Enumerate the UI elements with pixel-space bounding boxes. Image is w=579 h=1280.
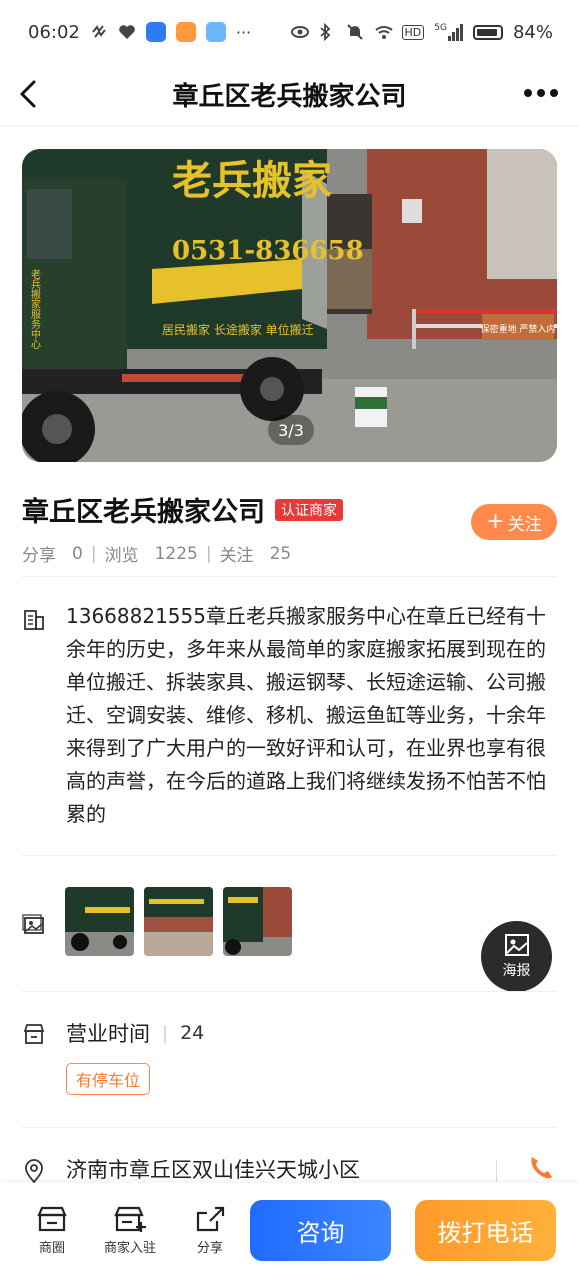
divider bbox=[22, 855, 557, 856]
network-type: 5G bbox=[434, 23, 447, 33]
views-count: 1225 bbox=[154, 543, 198, 564]
mute-icon bbox=[346, 23, 364, 41]
poster-button[interactable]: 海报 bbox=[481, 921, 552, 992]
more-menu-button[interactable] bbox=[521, 78, 561, 108]
shop-add-icon bbox=[114, 1206, 146, 1232]
signal-icon: 5G bbox=[434, 23, 463, 41]
more-dots-icon bbox=[524, 89, 558, 97]
nav-bar: 章丘区老兵搬家公司 bbox=[0, 64, 579, 126]
company-stats: 分享 0 | 浏览 1225 | 关注 25 bbox=[22, 541, 557, 567]
notification-icon bbox=[90, 23, 108, 41]
location-pin-icon bbox=[22, 1158, 46, 1184]
share-label: 分享 bbox=[22, 546, 56, 566]
app-icon-orange bbox=[175, 22, 196, 42]
thumbnail-2[interactable] bbox=[144, 887, 213, 956]
stats-separator: | bbox=[90, 543, 97, 564]
thumbnail-1[interactable] bbox=[65, 887, 134, 956]
hours-separator: | bbox=[162, 1022, 169, 1044]
barrier-sign-text: 保密重地 严禁入内 bbox=[481, 323, 556, 335]
company-name: 章丘区老兵搬家公司 bbox=[22, 497, 265, 528]
truck-services-text: 居民搬家 长途搬家 单位搬迁 bbox=[162, 322, 314, 337]
views-label: 浏览 bbox=[104, 546, 139, 566]
divider bbox=[22, 991, 557, 992]
hours-value: 24 bbox=[180, 1022, 205, 1044]
share-count: 0 bbox=[72, 543, 83, 564]
plus-icon: + bbox=[486, 509, 505, 534]
call-button[interactable]: 拨打电话 bbox=[415, 1200, 556, 1261]
truck-brand-text: 老兵搬家 bbox=[172, 157, 332, 204]
tab-business-circle[interactable]: 商圈 bbox=[36, 1205, 68, 1256]
tab-business-circle-label: 商圈 bbox=[38, 1241, 65, 1256]
thumbnail-3[interactable] bbox=[223, 887, 292, 956]
follow-button-label: 关注 bbox=[507, 514, 542, 535]
hd-icon: HD bbox=[401, 24, 425, 40]
phone-icon[interactable] bbox=[524, 1153, 558, 1183]
wifi-icon bbox=[374, 23, 393, 41]
building-icon bbox=[22, 608, 46, 632]
business-hours: 营业时间 | 24 bbox=[66, 1018, 204, 1048]
hours-label: 营业时间 bbox=[66, 1022, 150, 1046]
battery-level: 84% bbox=[512, 21, 553, 43]
battery-icon bbox=[472, 24, 503, 40]
tab-share-label: 分享 bbox=[196, 1241, 223, 1256]
shop-icon bbox=[37, 1206, 67, 1232]
truck-phone-text: 0531-836658 bbox=[172, 236, 364, 266]
poster-image-icon bbox=[504, 934, 529, 956]
company-description: 13668821555章丘老兵搬家服务中心在章丘已经有十余年的历史，多年来从最简… bbox=[66, 604, 546, 826]
follow-count: 25 bbox=[269, 543, 292, 564]
heart-icon bbox=[118, 23, 136, 41]
carousel-counter: 3/3 bbox=[268, 415, 314, 445]
status-bar: 06:02 ··· HD 5G 84% bbox=[0, 0, 579, 64]
tab-merchant-join-label: 商家入驻 bbox=[104, 1241, 157, 1256]
back-arrow-icon bbox=[20, 80, 36, 108]
parking-tag: 有停车位 bbox=[66, 1063, 151, 1095]
stats-separator: | bbox=[205, 543, 212, 564]
page-title: 章丘区老兵搬家公司 bbox=[172, 82, 407, 112]
divider bbox=[22, 576, 557, 577]
app-icon-cloud bbox=[205, 22, 226, 42]
follow-label: 关注 bbox=[219, 546, 254, 566]
poster-label: 海报 bbox=[502, 963, 531, 979]
truck-side-text: 老兵搬家服务中心 bbox=[29, 268, 41, 349]
gallery-icon bbox=[22, 913, 46, 937]
photo-thumbnails bbox=[65, 887, 292, 956]
share-icon bbox=[196, 1206, 225, 1232]
bluetooth-icon bbox=[318, 22, 336, 42]
app-icon-blue bbox=[145, 22, 166, 42]
eye-icon bbox=[290, 23, 309, 41]
divider bbox=[22, 1127, 557, 1128]
address-text[interactable]: 济南市章丘区双山佳兴天城小区 bbox=[66, 1154, 360, 1184]
address-separator bbox=[496, 1160, 497, 1182]
bottom-action-bar: 商圈 商家入驻 分享 咨询 拨打电话 bbox=[0, 1183, 579, 1280]
consult-button[interactable]: 咨询 bbox=[250, 1200, 391, 1261]
store-icon bbox=[22, 1022, 46, 1046]
follow-button[interactable]: + 关注 bbox=[471, 504, 557, 540]
status-time: 06:02 bbox=[28, 21, 80, 43]
tab-merchant-join[interactable]: 商家入驻 bbox=[104, 1205, 156, 1256]
back-button[interactable] bbox=[16, 72, 46, 116]
tab-share[interactable]: 分享 bbox=[195, 1205, 225, 1256]
more-notifications-icon: ··· bbox=[235, 22, 252, 42]
certified-badge: 认证商家 bbox=[275, 498, 343, 521]
